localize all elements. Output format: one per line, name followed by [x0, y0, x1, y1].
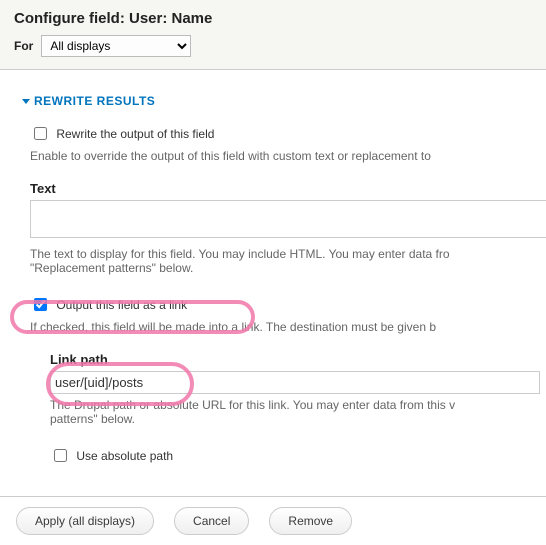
- text-textarea[interactable]: [30, 200, 546, 238]
- rewrite-output-label: Rewrite the output of this field: [56, 127, 214, 141]
- link-path-input[interactable]: [50, 371, 540, 394]
- for-select[interactable]: All displays: [41, 35, 191, 57]
- text-label: Text: [30, 181, 524, 196]
- output-as-link-desc: If checked, this field will be made into…: [30, 320, 524, 334]
- cancel-button[interactable]: Cancel: [174, 507, 249, 535]
- for-row: For All displays: [14, 35, 532, 57]
- rewrite-output-desc: Enable to override the output of this fi…: [30, 149, 524, 163]
- link-path-desc2: patterns" below.: [50, 412, 524, 426]
- output-as-link-label: Output this field as a link: [56, 298, 187, 312]
- use-absolute-label: Use absolute path: [76, 449, 173, 463]
- text-desc2: "Replacement patterns" below.: [30, 261, 524, 275]
- rewrite-output-checkbox[interactable]: [34, 127, 47, 140]
- remove-button[interactable]: Remove: [269, 507, 352, 535]
- dialog-body: REWRITE RESULTS Rewrite the output of th…: [0, 70, 546, 481]
- link-path-desc: The Drupal path or absolute URL for this…: [50, 398, 524, 412]
- dialog-title: Configure field: User: Name: [14, 10, 532, 27]
- caret-down-icon: [22, 99, 30, 104]
- use-absolute-checkbox[interactable]: [54, 449, 67, 462]
- apply-button[interactable]: Apply (all displays): [16, 507, 154, 535]
- use-absolute-option: Use absolute path: [50, 444, 524, 463]
- text-desc: The text to display for this field. You …: [30, 247, 524, 261]
- output-as-link-checkbox[interactable]: [34, 298, 47, 311]
- dialog-header: Configure field: User: Name For All disp…: [0, 0, 546, 70]
- link-path-label: Link path: [50, 352, 524, 367]
- rewrite-results-fieldset-toggle[interactable]: REWRITE RESULTS: [22, 94, 524, 108]
- dialog-footer: Apply (all displays) Cancel Remove: [0, 496, 546, 545]
- for-label: For: [14, 39, 33, 53]
- rewrite-output-option: Rewrite the output of this field: [30, 122, 524, 141]
- fieldset-title-text: REWRITE RESULTS: [34, 94, 155, 108]
- output-as-link-option: Output this field as a link: [30, 293, 524, 312]
- link-path-group: Link path The Drupal path or absolute UR…: [50, 352, 524, 463]
